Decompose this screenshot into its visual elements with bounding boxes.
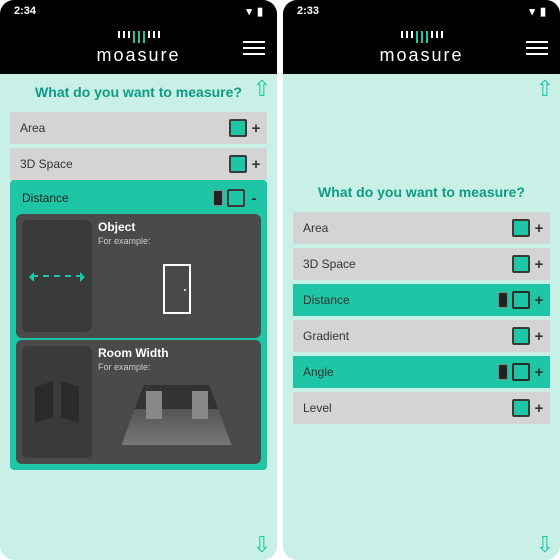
- row-label: Area: [20, 121, 229, 135]
- row-label: Gradient: [303, 329, 512, 343]
- device-icon: [512, 363, 530, 381]
- row-3dspace[interactable]: 3D Space +: [10, 148, 267, 180]
- card-thumb: [22, 220, 92, 332]
- menu-button[interactable]: [526, 37, 548, 59]
- row-label: 3D Space: [303, 257, 512, 271]
- row-level[interactable]: Level +: [293, 392, 550, 424]
- brand-text: moasure: [379, 45, 463, 66]
- card-thumb: [22, 346, 92, 458]
- status-time: 2:34: [14, 5, 36, 17]
- content: ⇧ ⇩ What do you want to measure? Area + …: [0, 74, 277, 560]
- brand-text: moasure: [96, 45, 180, 66]
- device-icon: [227, 189, 245, 207]
- card-body: Object For example:: [98, 220, 255, 332]
- device-icon: [512, 255, 530, 273]
- expand-icon: +: [251, 156, 261, 173]
- row-angle[interactable]: Angle +: [293, 356, 550, 388]
- status-time: 2:33: [297, 5, 319, 17]
- phone-icon: [213, 190, 223, 206]
- row-area[interactable]: Area +: [293, 212, 550, 244]
- expand-icon: +: [534, 292, 544, 309]
- scroll-down-icon[interactable]: ⇩: [253, 532, 271, 558]
- row-icons: +: [498, 291, 544, 309]
- device-icon: [512, 399, 530, 417]
- app-bar: moasure: [0, 22, 277, 74]
- device-icon: [512, 327, 530, 345]
- card-title: Room Width: [98, 346, 255, 360]
- wifi-icon: ▾: [246, 5, 252, 18]
- row-icons: +: [498, 363, 544, 381]
- row-distance-expanded: Distance - Object For example:: [10, 180, 267, 470]
- row-icons: +: [229, 119, 261, 137]
- distance-arrow-icon: [32, 275, 82, 277]
- scroll-down-icon[interactable]: ⇩: [536, 532, 554, 558]
- wifi-icon: ▾: [529, 5, 535, 18]
- phone-right: 2:33 ▾ ▮ moasure ⇧ ⇩ What do you want to…: [283, 0, 560, 560]
- device-icon: [512, 219, 530, 237]
- content: ⇧ ⇩ What do you want to measure? Area + …: [283, 74, 560, 560]
- row-icons: +: [512, 219, 544, 237]
- status-icons: ▾ ▮: [529, 5, 546, 18]
- phone-left: 2:34 ▾ ▮ moasure ⇧ ⇩ What do you want to…: [0, 0, 277, 560]
- expand-icon: +: [534, 328, 544, 345]
- expand-icon: +: [534, 220, 544, 237]
- status-bar: 2:34 ▾ ▮: [0, 0, 277, 22]
- brand-logo: moasure: [96, 31, 180, 66]
- page-heading: What do you want to measure?: [0, 74, 277, 112]
- phone-icon: [498, 364, 508, 380]
- collapse-icon: -: [249, 190, 259, 207]
- walls-icon: [35, 384, 79, 420]
- row-area[interactable]: Area +: [10, 112, 267, 144]
- card-subtitle: For example:: [98, 236, 255, 246]
- row-label: Area: [303, 221, 512, 235]
- card-title: Object: [98, 220, 255, 234]
- page-heading: What do you want to measure?: [283, 74, 560, 212]
- scroll-up-icon[interactable]: ⇧: [536, 76, 554, 102]
- row-label: Distance: [303, 293, 498, 307]
- menu-button[interactable]: [243, 37, 265, 59]
- device-icon: [512, 291, 530, 309]
- device-icon: [229, 119, 247, 137]
- card-body: Room Width For example:: [98, 346, 255, 458]
- device-icon: [229, 155, 247, 173]
- card-object[interactable]: Object For example:: [16, 214, 261, 338]
- app-bar: moasure: [283, 22, 560, 74]
- card-example: [98, 380, 255, 450]
- row-label: Level: [303, 401, 512, 415]
- card-room-width[interactable]: Room Width For example:: [16, 340, 261, 464]
- row-icons: +: [512, 327, 544, 345]
- card-subtitle: For example:: [98, 362, 255, 372]
- hallway-icon: [122, 385, 232, 445]
- row-icons: -: [213, 189, 259, 207]
- measure-list: Area + 3D Space + Distance +: [283, 212, 560, 424]
- measure-list: Area + 3D Space +: [0, 112, 277, 180]
- row-distance-header[interactable]: Distance -: [14, 184, 263, 212]
- row-3dspace[interactable]: 3D Space +: [293, 248, 550, 280]
- row-distance[interactable]: Distance +: [293, 284, 550, 316]
- scroll-up-icon[interactable]: ⇧: [253, 76, 271, 102]
- row-icons: +: [512, 255, 544, 273]
- row-label: Angle: [303, 365, 498, 379]
- battery-icon: ▮: [257, 5, 263, 18]
- row-label: 3D Space: [20, 157, 229, 171]
- expand-icon: +: [251, 120, 261, 137]
- row-label: Distance: [22, 191, 213, 205]
- row-gradient[interactable]: Gradient +: [293, 320, 550, 352]
- ruler-icon: [96, 31, 180, 43]
- row-icons: +: [229, 155, 261, 173]
- expand-icon: +: [534, 400, 544, 417]
- expand-icon: +: [534, 256, 544, 273]
- expand-icon: +: [534, 364, 544, 381]
- status-icons: ▾ ▮: [246, 5, 263, 18]
- battery-icon: ▮: [540, 5, 546, 18]
- status-bar: 2:33 ▾ ▮: [283, 0, 560, 22]
- row-icons: +: [512, 399, 544, 417]
- card-example: [98, 254, 255, 324]
- ruler-icon: [379, 31, 463, 43]
- door-icon: [163, 264, 191, 314]
- phone-icon: [498, 292, 508, 308]
- brand-logo: moasure: [379, 31, 463, 66]
